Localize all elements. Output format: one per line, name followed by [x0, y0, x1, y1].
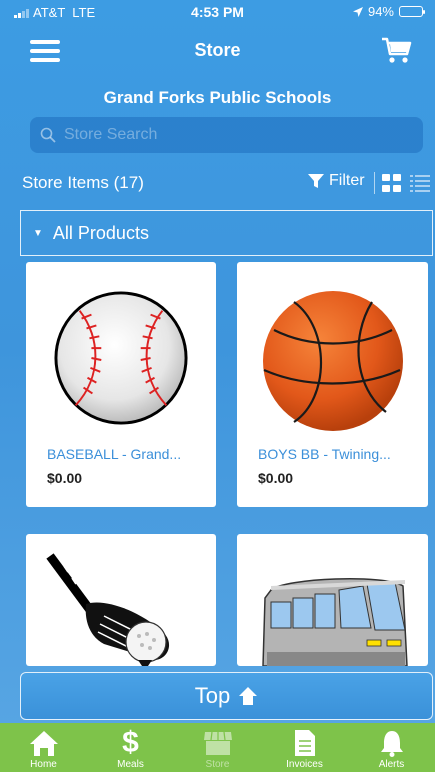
bottom-tab-bar: Home $ Meals Store Invoices Alerts	[0, 723, 435, 772]
filter-icon	[308, 174, 324, 188]
category-label: All Products	[52, 222, 149, 243]
tab-store[interactable]: Store	[174, 723, 261, 772]
school-name: Grand Forks Public Schools	[103, 88, 332, 107]
list-view-icon[interactable]	[410, 174, 430, 192]
home-icon	[29, 731, 58, 756]
status-right: 94%	[352, 4, 425, 19]
product-card-bus[interactable]	[237, 534, 428, 666]
product-name[interactable]: BOYS BB - Twining...	[258, 446, 391, 462]
golf-club-image	[46, 553, 170, 666]
tab-label: Home	[30, 759, 57, 770]
battery-icon	[399, 6, 425, 17]
tab-home[interactable]: Home	[0, 723, 87, 772]
search-box[interactable]	[30, 117, 423, 153]
invoice-icon	[294, 730, 315, 756]
store-items-bar: Store Items (17) Filter	[0, 168, 435, 198]
hamburger-menu-icon[interactable]	[30, 40, 60, 62]
battery-percent: 94%	[367, 4, 394, 19]
tab-alerts[interactable]: Alerts	[348, 723, 435, 772]
grid-view-icon[interactable]	[382, 174, 402, 192]
product-card-basketball[interactable]: BOYS BB - Twining... $0.00	[237, 262, 428, 507]
scroll-to-top-button[interactable]: Top	[20, 672, 433, 720]
nav-bar: Store	[0, 26, 435, 74]
product-card-baseball[interactable]: BASEBALL - Grand... $0.00	[26, 262, 216, 507]
bus-image	[262, 578, 408, 666]
tab-label: Alerts	[378, 759, 405, 770]
baseball-image	[54, 291, 188, 425]
arrow-up-icon	[239, 687, 258, 705]
search-input[interactable]	[64, 126, 423, 144]
product-price: $0.00	[258, 470, 294, 486]
status-bar: AT&T LTE 4:53 PM 94%	[0, 0, 435, 24]
shopping-cart-icon[interactable]	[381, 36, 413, 66]
location-arrow-icon	[352, 6, 363, 17]
basketball-image	[263, 291, 403, 431]
category-dropdown[interactable]: ▼ All Products	[20, 210, 433, 256]
filter-button[interactable]: Filter	[308, 172, 365, 190]
dollar-icon: $	[122, 726, 139, 759]
tab-label: Invoices	[286, 759, 323, 770]
search-icon	[40, 127, 56, 143]
product-price: $0.00	[47, 470, 83, 486]
store-icon	[203, 731, 232, 755]
tab-label: Meals	[117, 759, 144, 770]
store-items-count: Store Items (17)	[22, 173, 144, 192]
bell-icon	[380, 731, 403, 757]
tab-label: Store	[205, 759, 230, 770]
page-title: Store	[194, 40, 241, 60]
product-name[interactable]: BASEBALL - Grand...	[47, 446, 181, 462]
top-button-label: Top	[194, 683, 231, 708]
divider	[374, 172, 375, 194]
triangle-down-icon: ▼	[33, 227, 43, 239]
filter-label: Filter	[329, 172, 365, 189]
tab-meals[interactable]: $ Meals	[87, 723, 174, 772]
tab-invoices[interactable]: Invoices	[261, 723, 348, 772]
product-card-golf[interactable]	[26, 534, 216, 666]
